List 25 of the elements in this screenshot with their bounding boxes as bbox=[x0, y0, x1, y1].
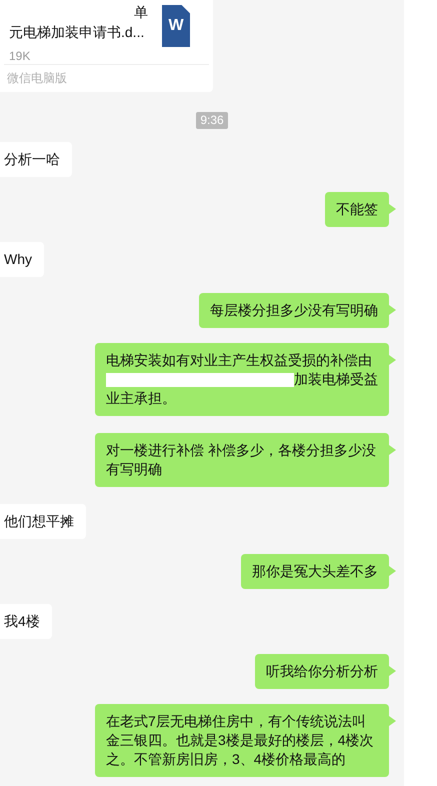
message-bubble: 电梯安装如有对业主产生权益受损的补偿由 加装电梯受益业主承担。 bbox=[95, 343, 389, 416]
message-bubble: 我4楼 bbox=[0, 604, 52, 639]
message-bubble: 对一楼进行补偿 补偿多少，各楼分担多少没有写明确 bbox=[95, 433, 389, 487]
bubble-tail bbox=[389, 355, 396, 365]
file-size: 19K bbox=[9, 48, 32, 64]
message-bubble: 他们想平摊 bbox=[0, 504, 86, 539]
message-bubble: 在老式7层无电梯住房中，有个传统说法叫金三银四。也就是3楼是最好的楼层，4楼次之。不管新房旧房，3、4楼价格最高的 bbox=[95, 704, 389, 777]
bubble-tail bbox=[389, 566, 396, 576]
bubble-tail bbox=[389, 204, 396, 214]
message-bubble: 不能签 bbox=[325, 192, 389, 227]
bubble-tail bbox=[389, 716, 396, 726]
file-name: 单 bbox=[133, 3, 149, 22]
word-document-icon: W bbox=[162, 5, 190, 47]
file-card[interactable]: 单 元电梯加装申请书.d... 19K W 微信电脑版 bbox=[0, 0, 213, 92]
bubble-tail bbox=[389, 666, 396, 676]
message-bubble: 分析一哈 bbox=[0, 142, 72, 177]
message-bubble: 听我给你分析分析 bbox=[255, 654, 389, 689]
bubble-tail bbox=[389, 305, 396, 315]
bubble-tail bbox=[389, 445, 396, 455]
message-bubble: Why bbox=[0, 242, 44, 277]
source-label: 微信电脑版 bbox=[6, 70, 68, 86]
message-bubble: 每层楼分担多少没有写明确 bbox=[199, 293, 389, 328]
timestamp: 9:36 bbox=[196, 112, 228, 129]
message-bubble: 那你是冤大头差不多 bbox=[241, 554, 389, 589]
file-name: 元电梯加装申请书.d... bbox=[9, 23, 146, 42]
